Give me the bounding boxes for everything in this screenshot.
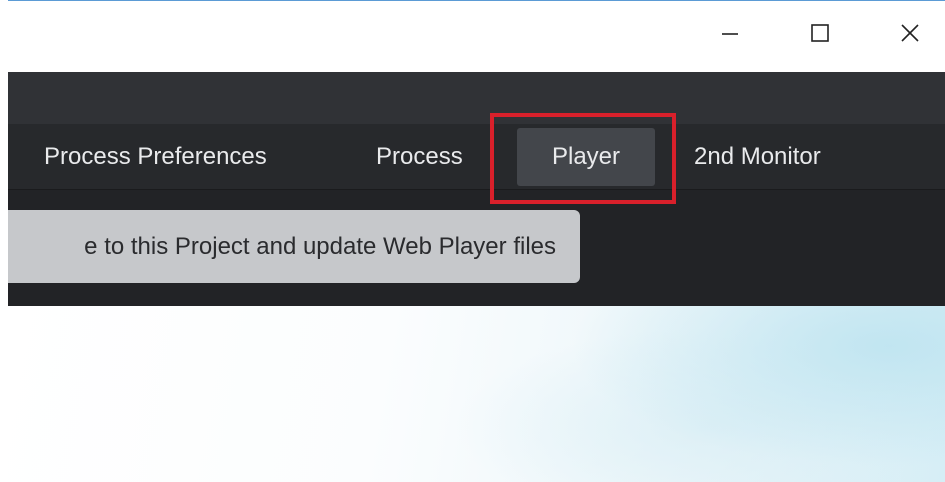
save-update-web-player-button[interactable]: e to this Project and update Web Player … xyxy=(0,210,580,283)
close-button[interactable] xyxy=(890,13,930,53)
tab-bar: Process Preferences Process Player 2nd M… xyxy=(8,124,945,190)
tab-2nd-monitor[interactable]: 2nd Monitor xyxy=(694,124,821,190)
content-area xyxy=(8,306,945,482)
tab-player[interactable]: Player xyxy=(517,128,655,186)
left-edge-strip xyxy=(0,0,8,482)
toolbar: e to this Project and update Web Player … xyxy=(0,190,945,306)
minimize-button[interactable] xyxy=(710,13,750,53)
app-window: Process Preferences Process Player 2nd M… xyxy=(0,0,945,482)
maximize-icon xyxy=(811,24,829,42)
tab-process[interactable]: Process xyxy=(376,124,463,190)
close-icon xyxy=(901,24,919,42)
minimize-icon xyxy=(722,33,738,35)
tab-process-preferences[interactable]: Process Preferences xyxy=(44,124,267,190)
maximize-button[interactable] xyxy=(800,13,840,53)
header-band xyxy=(8,72,945,124)
title-bar xyxy=(8,0,945,72)
